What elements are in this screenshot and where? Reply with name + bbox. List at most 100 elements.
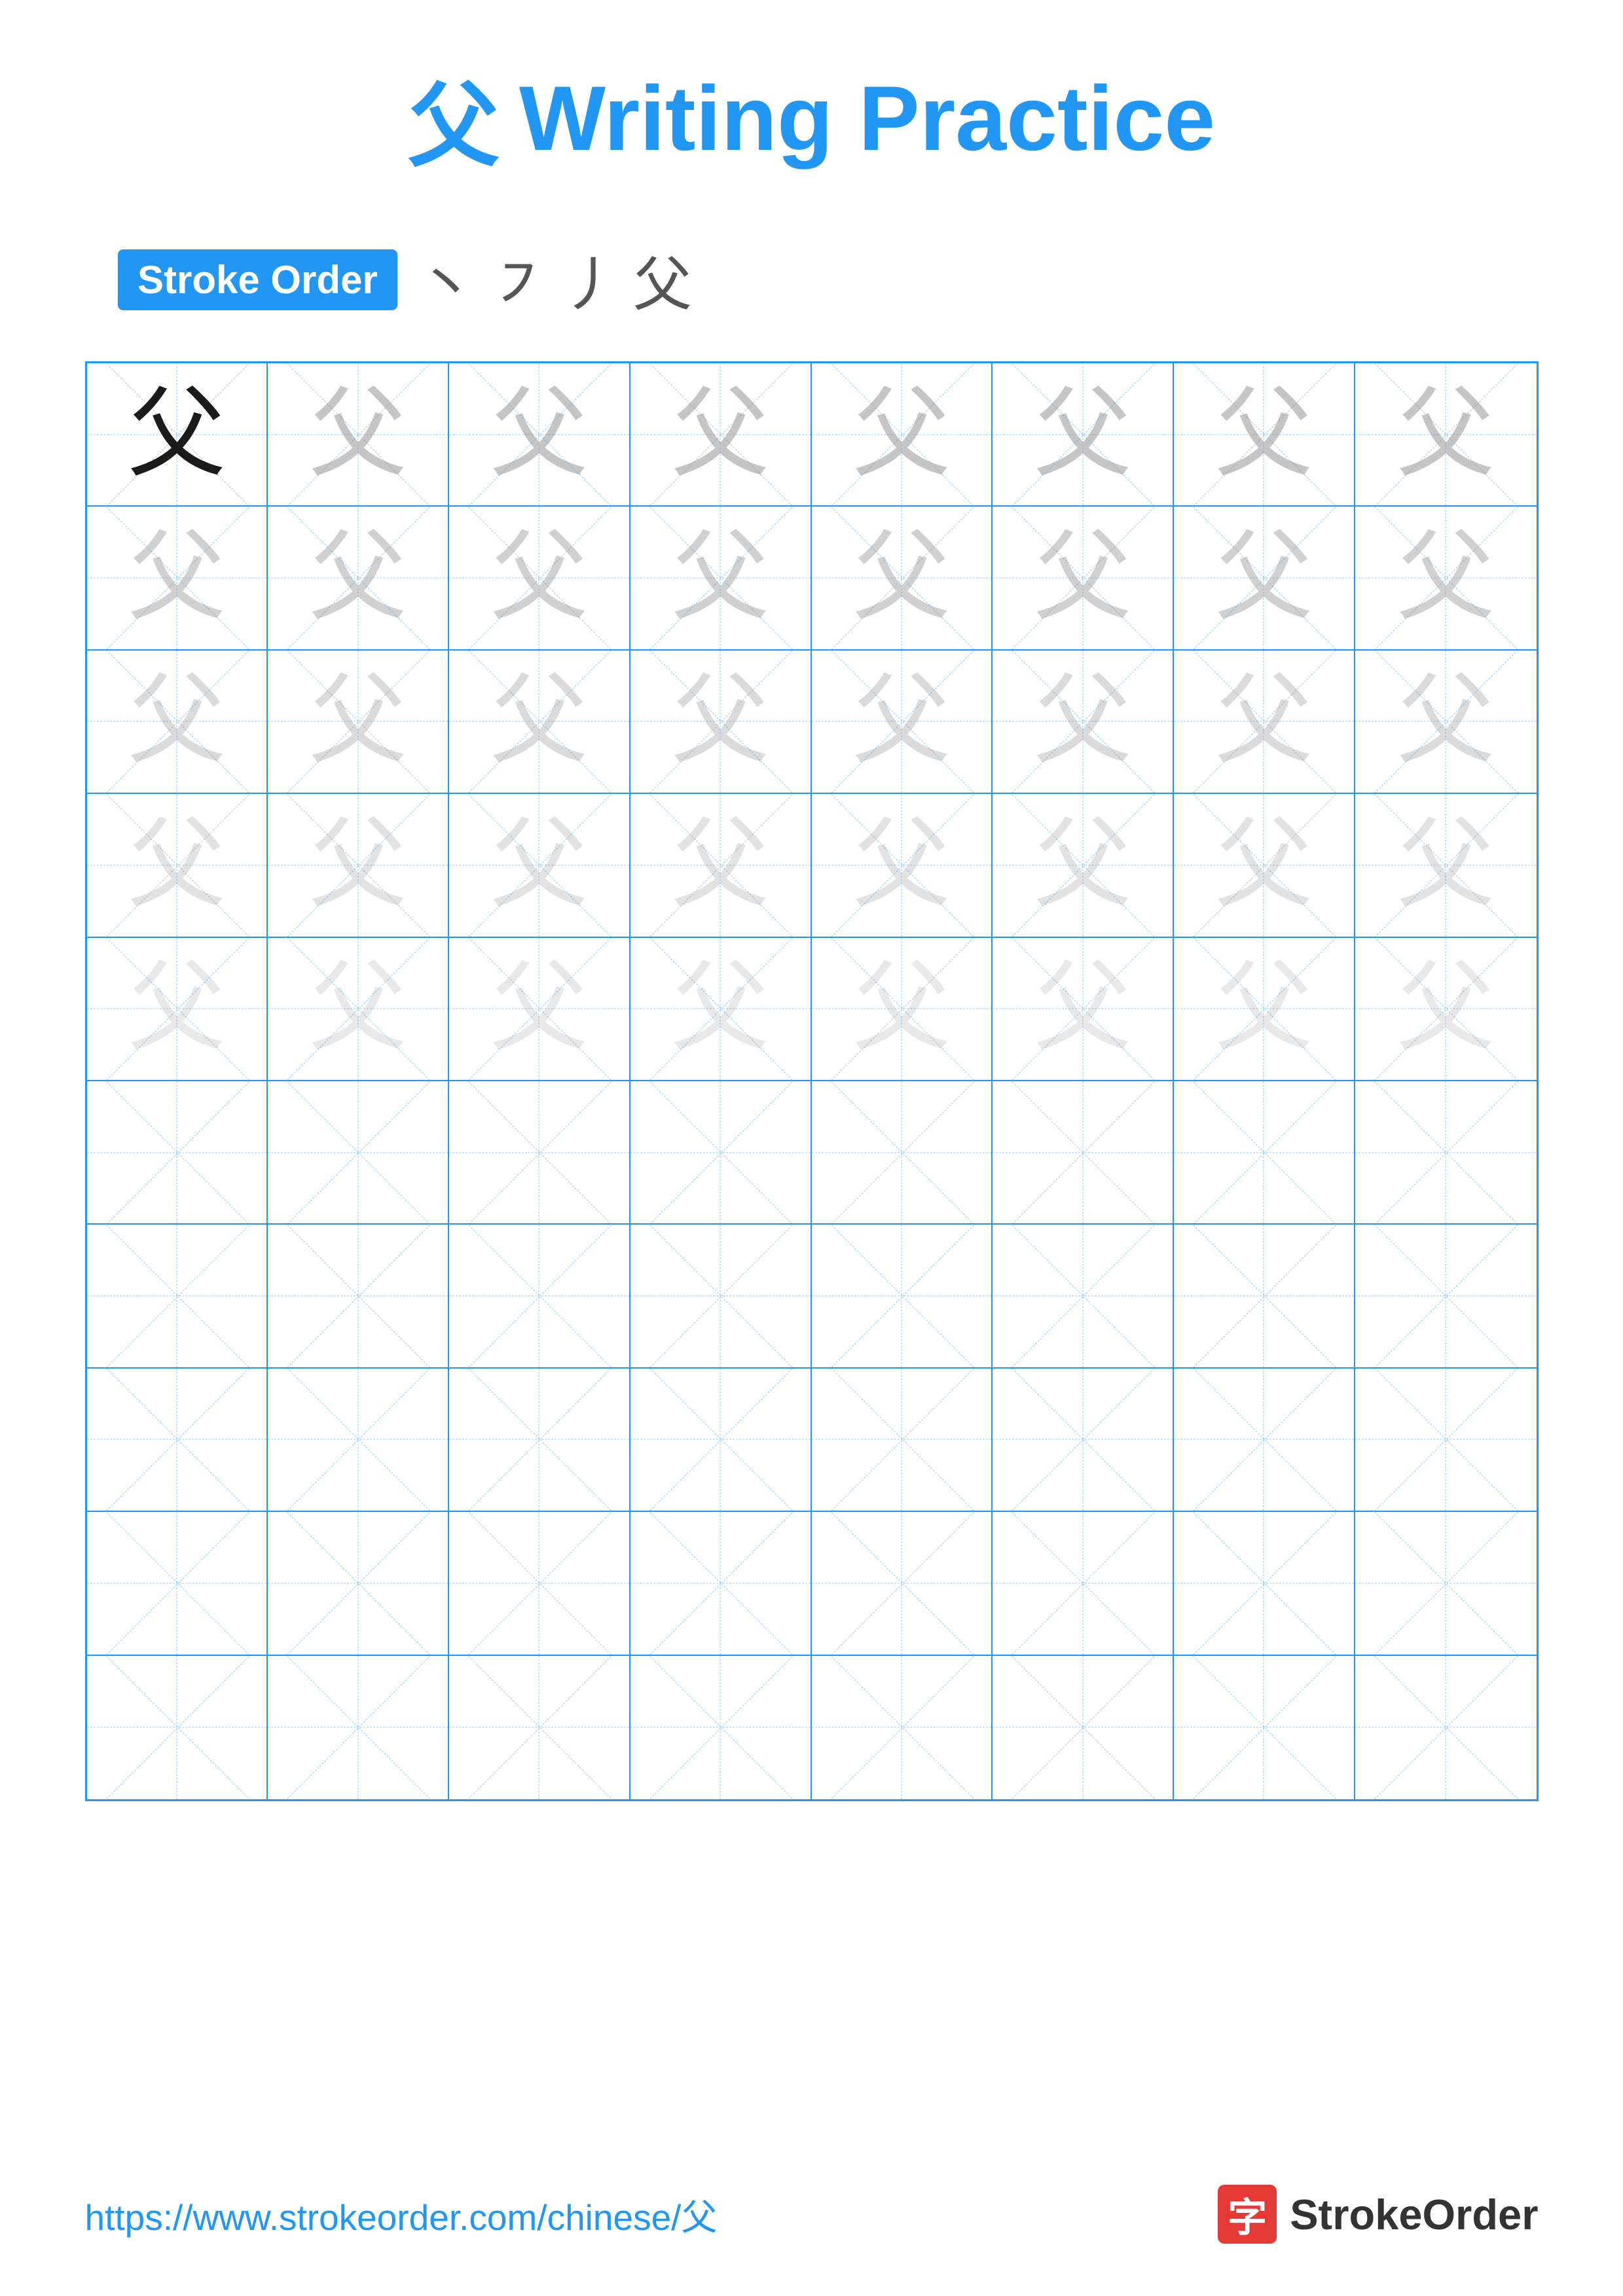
grid-cell-r10c4[interactable] [630, 1656, 812, 1799]
stroke-1: 丶 [417, 237, 476, 322]
grid-cell-r9c7[interactable] [1174, 1512, 1355, 1655]
practice-char: 父 [852, 960, 951, 1058]
practice-char: 父 [671, 672, 769, 770]
grid-cell-r7c6[interactable] [993, 1225, 1174, 1368]
practice-char: 父 [1214, 386, 1313, 484]
grid-cell-r3c2: 父 [268, 651, 449, 794]
grid-cell-r8c8[interactable] [1355, 1369, 1537, 1512]
practice-char: 父 [1214, 816, 1313, 914]
grid-cell-r8c5[interactable] [812, 1369, 993, 1512]
grid-cell-r7c2[interactable] [268, 1225, 449, 1368]
grid-cell-r5c4: 父 [630, 938, 812, 1081]
grid-cell-r8c1[interactable] [87, 1369, 268, 1512]
grid-cell-r2c8: 父 [1355, 507, 1537, 650]
footer-logo: 字 StrokeOrder [1218, 2185, 1538, 2244]
grid-cell-r9c2[interactable] [268, 1512, 449, 1655]
grid-cell-r10c5[interactable] [812, 1656, 993, 1799]
grid-cell-r5c2: 父 [268, 938, 449, 1081]
footer-logo-text: StrokeOrder [1290, 2190, 1538, 2239]
grid-cell-r3c8: 父 [1355, 651, 1537, 794]
stroke-order-chars: 丶 ㇇ 丿 父 [417, 237, 692, 322]
practice-char: 父 [1034, 960, 1132, 1058]
grid-cell-r6c3[interactable] [449, 1081, 630, 1225]
stroke-4: 父 [633, 237, 692, 322]
grid-cell-r7c5[interactable] [812, 1225, 993, 1368]
grid-cell-r6c5[interactable] [812, 1081, 993, 1225]
grid-cell-r9c5[interactable] [812, 1512, 993, 1655]
grid-cell-r7c3[interactable] [449, 1225, 630, 1368]
practice-char: 父 [1396, 960, 1495, 1058]
grid-cell-r6c7[interactable] [1174, 1081, 1355, 1225]
grid-cell-r8c7[interactable] [1174, 1369, 1355, 1512]
practice-char: 父 [490, 672, 588, 770]
grid-cell-r5c5: 父 [812, 938, 993, 1081]
practice-char: 父 [309, 386, 407, 484]
grid-cell-r6c1[interactable] [87, 1081, 268, 1225]
grid-cell-r10c1[interactable] [87, 1656, 268, 1799]
practice-char: 父 [309, 672, 407, 770]
grid-cell-r9c1[interactable] [87, 1512, 268, 1655]
grid-cell-r1c1: 父 [87, 363, 268, 507]
practice-char: 父 [490, 386, 588, 484]
grid-cell-r8c2[interactable] [268, 1369, 449, 1512]
practice-char: 父 [1214, 960, 1313, 1058]
grid-cell-r4c6: 父 [993, 794, 1174, 937]
grid-cell-r10c7[interactable] [1174, 1656, 1355, 1799]
grid-cell-r6c4[interactable] [630, 1081, 812, 1225]
grid-cell-r7c4[interactable] [630, 1225, 812, 1368]
grid-cell-r7c8[interactable] [1355, 1225, 1537, 1368]
grid-cell-r6c8[interactable] [1355, 1081, 1537, 1225]
grid-cell-r3c5: 父 [812, 651, 993, 794]
practice-char: 父 [128, 386, 226, 484]
grid-cell-r2c1: 父 [87, 507, 268, 650]
practice-char: 父 [490, 529, 588, 627]
practice-char: 父 [490, 816, 588, 914]
grid-cell-r1c3: 父 [449, 363, 630, 507]
grid-cell-r7c7[interactable] [1174, 1225, 1355, 1368]
grid-cell-r8c4[interactable] [630, 1369, 812, 1512]
practice-char: 父 [1396, 386, 1495, 484]
practice-char: 父 [1396, 529, 1495, 627]
grid-cell-r1c4: 父 [630, 363, 812, 507]
grid-cell-r3c6: 父 [993, 651, 1174, 794]
practice-char: 父 [671, 529, 769, 627]
grid-cell-r10c2[interactable] [268, 1656, 449, 1799]
grid-cell-r3c3: 父 [449, 651, 630, 794]
stroke-2: ㇇ [489, 237, 548, 322]
grid-cell-r3c4: 父 [630, 651, 812, 794]
footer: https://www.strokeorder.com/chinese/父 字 … [85, 2145, 1539, 2244]
writing-grid: 父 父 父 父 父 父 父 父 [85, 361, 1539, 1801]
grid-cell-r8c3[interactable] [449, 1369, 630, 1512]
practice-char: 父 [852, 816, 951, 914]
practice-char: 父 [128, 816, 226, 914]
grid-cell-r9c8[interactable] [1355, 1512, 1537, 1655]
grid-cell-r6c6[interactable] [993, 1081, 1174, 1225]
grid-cell-r4c8: 父 [1355, 794, 1537, 937]
stroke-order-row: Stroke Order 丶 ㇇ 丿 父 [118, 237, 692, 322]
practice-char: 父 [309, 960, 407, 1058]
title-character: 父 [408, 52, 500, 185]
grid-cell-r9c3[interactable] [449, 1512, 630, 1655]
grid-cell-r10c3[interactable] [449, 1656, 630, 1799]
grid-cell-r8c6[interactable] [993, 1369, 1174, 1512]
grid-cell-r10c8[interactable] [1355, 1656, 1537, 1799]
grid-cell-r6c2[interactable] [268, 1081, 449, 1225]
title-text: Writing Practice [519, 65, 1215, 171]
practice-char: 父 [1214, 672, 1313, 770]
footer-url[interactable]: https://www.strokeorder.com/chinese/父 [85, 2188, 718, 2240]
practice-char: 父 [852, 529, 951, 627]
grid-cell-r5c6: 父 [993, 938, 1174, 1081]
grid-cell-r9c4[interactable] [630, 1512, 812, 1655]
grid-cell-r10c6[interactable] [993, 1656, 1174, 1799]
grid-cell-r5c3: 父 [449, 938, 630, 1081]
grid-cell-r7c1[interactable] [87, 1225, 268, 1368]
grid-cell-r4c3: 父 [449, 794, 630, 937]
grid-cell-r5c8: 父 [1355, 938, 1537, 1081]
grid-cell-r2c3: 父 [449, 507, 630, 650]
grid-cell-r3c7: 父 [1174, 651, 1355, 794]
grid-cell-r5c7: 父 [1174, 938, 1355, 1081]
practice-char: 父 [671, 960, 769, 1058]
grid-cell-r9c6[interactable] [993, 1512, 1174, 1655]
grid-cell-r2c7: 父 [1174, 507, 1355, 650]
page: 父 Writing Practice Stroke Order 丶 ㇇ 丿 父 … [0, 0, 1623, 2296]
